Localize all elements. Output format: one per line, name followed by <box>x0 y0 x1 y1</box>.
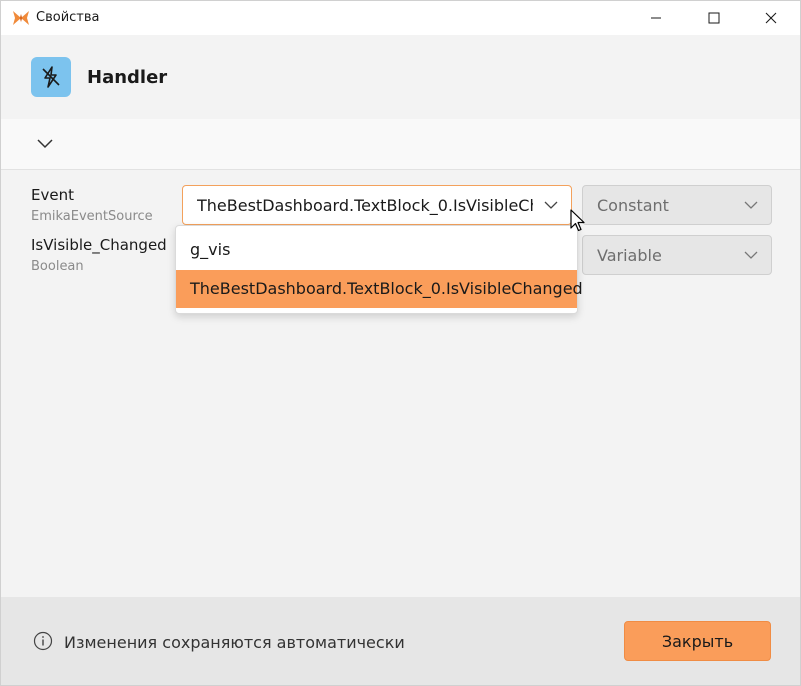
maximize-button[interactable] <box>685 1 743 35</box>
chevron-down-icon <box>744 201 758 209</box>
window-title: Свойства <box>36 10 100 25</box>
info-icon <box>33 631 53 651</box>
dropdown-item-g-vis[interactable]: g_vis <box>176 231 577 269</box>
dropdown-item-selected[interactable]: TheBestDashboard.TextBlock_0.IsVisibleCh… <box>176 270 583 308</box>
collapse-row <box>1 119 800 170</box>
chevron-down-icon <box>37 139 53 149</box>
isvisible-changed-type-label: Boolean <box>31 259 84 274</box>
dropdown-item-label: g_vis <box>190 240 231 259</box>
header: Handler <box>1 35 800 119</box>
event-value-combobox[interactable]: TheBestDashboard.TextBlock_0.IsVisibleCh… <box>182 185 572 225</box>
collapse-toggle-button[interactable] <box>35 135 55 151</box>
butterfly-logo-icon <box>13 11 29 25</box>
properties-window: Свойства Handler Event EmikaEventSource … <box>0 0 801 686</box>
isvisible-mode-combobox[interactable]: Variable <box>582 235 772 275</box>
event-mode-combobox[interactable]: Constant <box>582 185 772 225</box>
dropdown-item-label: TheBestDashboard.TextBlock_0.IsVisibleCh… <box>190 279 583 298</box>
minimize-icon <box>651 17 661 19</box>
page-title: Handler <box>87 67 168 88</box>
handler-lightning-icon <box>31 57 71 97</box>
isvisible-mode-text: Variable <box>597 246 662 265</box>
footer: Изменения сохраняются автоматически Закр… <box>1 597 800 685</box>
close-window-button[interactable] <box>742 1 800 35</box>
maximize-icon <box>708 12 720 24</box>
event-type-label: EmikaEventSource <box>31 209 153 224</box>
close-icon <box>765 12 777 24</box>
mouse-cursor-icon <box>570 209 585 232</box>
event-dropdown-list: g_vis TheBestDashboard.TextBlock_0.IsVis… <box>175 225 583 314</box>
chevron-down-icon <box>544 201 558 209</box>
close-button[interactable]: Закрыть <box>624 621 771 661</box>
title-bar[interactable]: Свойства <box>1 1 800 35</box>
event-value-text: TheBestDashboard.TextBlock_0.IsVisibleCh… <box>197 196 533 215</box>
isvisible-changed-label: IsVisible_Changed <box>31 236 167 254</box>
event-mode-text: Constant <box>597 196 669 215</box>
event-label: Event <box>31 186 74 204</box>
chevron-down-icon <box>744 251 758 259</box>
autosave-info-text: Изменения сохраняются автоматически <box>64 633 405 652</box>
minimize-button[interactable] <box>627 1 685 35</box>
